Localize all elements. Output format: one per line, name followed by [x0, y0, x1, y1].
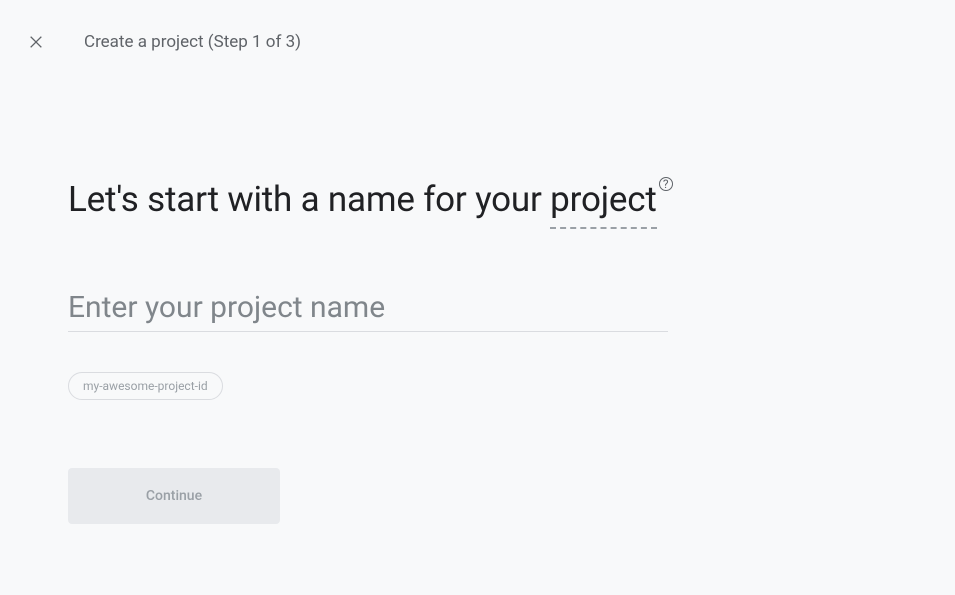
heading-text-prefix: Let's start with a name for your: [68, 179, 550, 220]
help-icon[interactable]: ?: [659, 177, 673, 191]
main-heading: Let's start with a name for your project…: [68, 174, 700, 229]
continue-button[interactable]: Continue: [68, 468, 280, 524]
input-container: [68, 284, 668, 332]
close-button[interactable]: [24, 30, 48, 54]
header-title: Create a project (Step 1 of 3): [84, 32, 301, 52]
header: Create a project (Step 1 of 3): [0, 0, 955, 84]
project-id-chip[interactable]: my-awesome-project-id: [68, 372, 223, 400]
button-container: Continue: [68, 468, 700, 524]
heading-underlined-word: project: [550, 174, 656, 229]
chip-container: my-awesome-project-id: [68, 372, 700, 400]
content: Let's start with a name for your project…: [0, 84, 700, 524]
close-icon: [28, 34, 44, 50]
project-name-input[interactable]: [68, 284, 668, 332]
